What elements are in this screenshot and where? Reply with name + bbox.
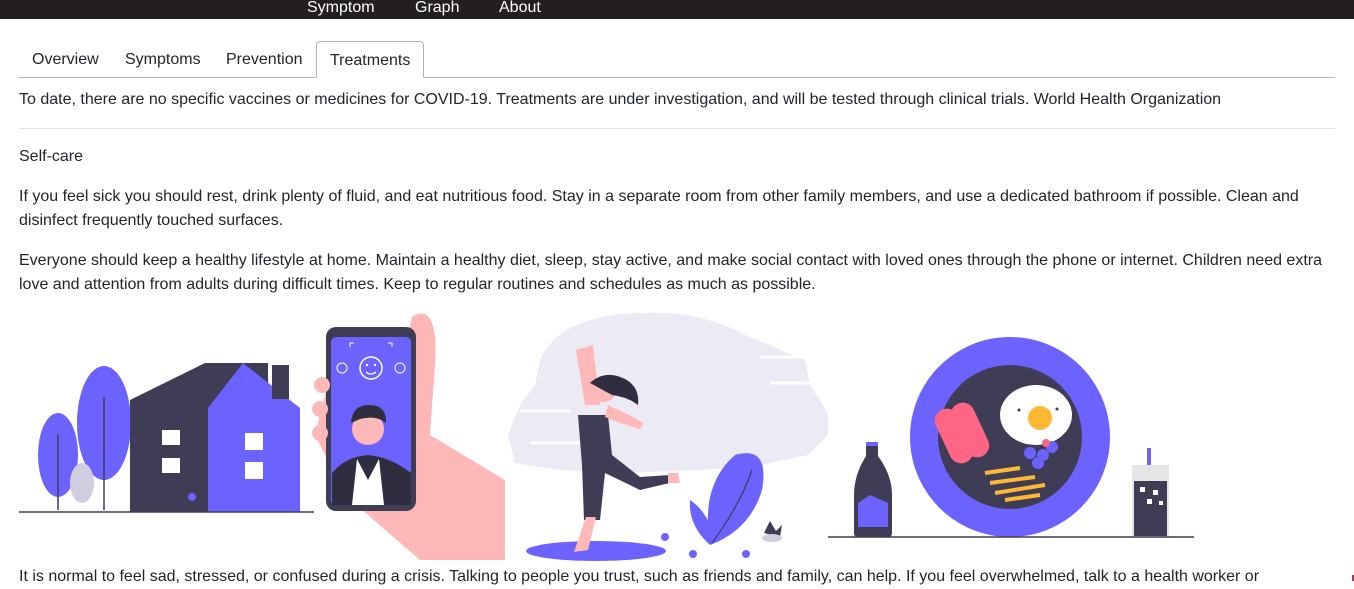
tab-bar: Overview Symptoms Prevention Treatments — [19, 41, 1335, 78]
tab-overview[interactable]: Overview — [19, 41, 112, 77]
self-care-illustration — [19, 312, 1194, 561]
healthy-meal-illustration — [828, 337, 1194, 538]
self-care-paragraph-2: Everyone should keep a healthy lifestyle… — [19, 252, 1322, 293]
home-illustration — [19, 363, 314, 513]
nav-symptom[interactable]: Symptom — [307, 0, 375, 18]
self-care-paragraph-3: It is normal to feel sad, stressed, or c… — [19, 568, 1260, 585]
tab-prevention[interactable]: Prevention — [213, 41, 316, 77]
video-call-illustration — [312, 313, 505, 560]
tab-treatments[interactable]: Treatments — [316, 41, 425, 78]
intro-text: To date, there are no specific vaccines … — [19, 91, 1222, 108]
exercise-illustration — [508, 312, 830, 561]
self-care-paragraph-1: If you feel sick you should rest, drink … — [19, 188, 1299, 229]
nav-about[interactable]: About — [499, 0, 541, 18]
tab-symptoms[interactable]: Symptoms — [112, 41, 214, 77]
section-heading: Self-care — [19, 148, 84, 165]
divider — [19, 128, 1335, 129]
nav-graph[interactable]: Graph — [415, 0, 459, 18]
top-navbar: Symptom Graph About — [0, 0, 1354, 19]
